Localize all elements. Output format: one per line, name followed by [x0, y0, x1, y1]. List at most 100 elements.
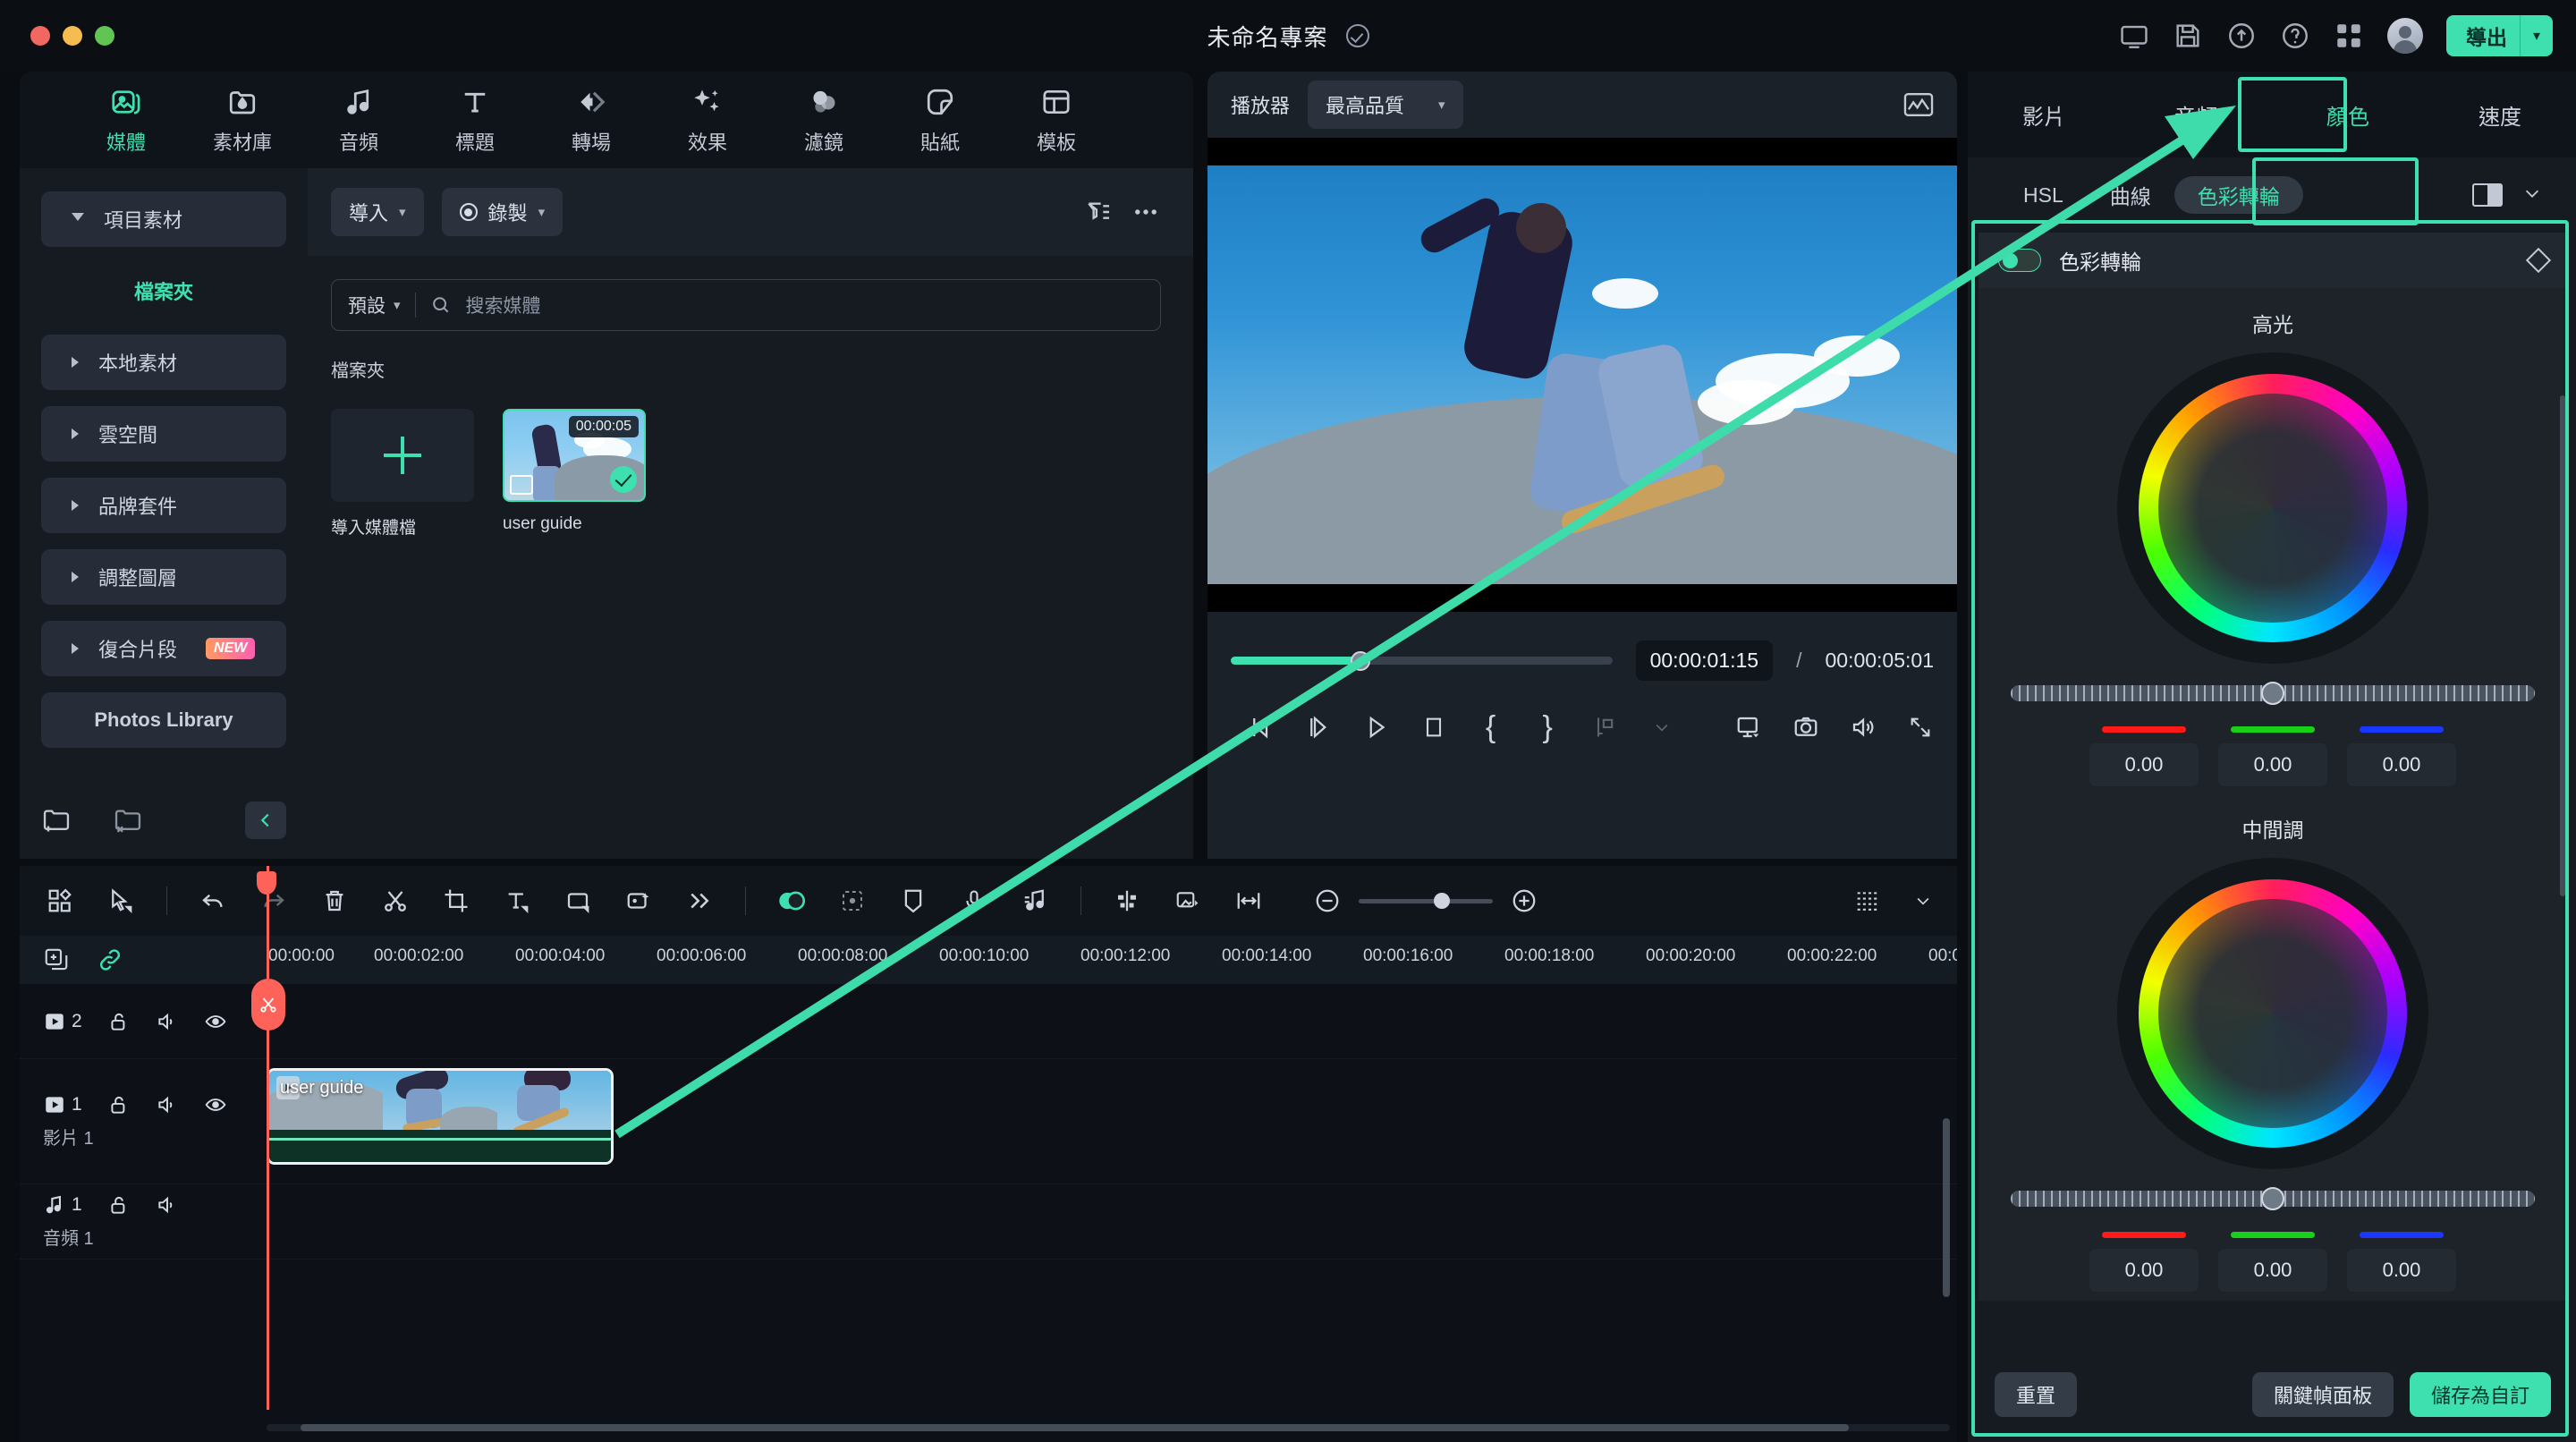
- tab-color[interactable]: 顏色: [2272, 99, 2424, 131]
- track-lane[interactable]: [267, 984, 1957, 1058]
- tab-audio[interactable]: 音頻: [2120, 99, 2272, 131]
- color-tool[interactable]: [776, 886, 807, 916]
- align-button[interactable]: [1112, 886, 1142, 916]
- blue-value-input[interactable]: 0.00: [2347, 1249, 2456, 1292]
- volume-button[interactable]: [1850, 711, 1877, 743]
- sidebar-item-compound-clip[interactable]: 復合片段 NEW: [41, 621, 286, 676]
- export-chevron-down-icon[interactable]: ▾: [2521, 27, 2553, 45]
- mask-button[interactable]: [563, 886, 593, 916]
- tab-stickers[interactable]: 貼紙: [882, 85, 998, 156]
- timeline-vertical-scrollbar[interactable]: [1943, 1118, 1950, 1297]
- add-text-button[interactable]: [502, 886, 532, 916]
- red-value-input[interactable]: 0.00: [2089, 1249, 2199, 1292]
- playhead-marker[interactable]: [257, 871, 276, 895]
- color-wheel-midtones[interactable]: [2123, 863, 2423, 1164]
- subtab-color-wheels[interactable]: 色彩轉輪: [2174, 176, 2303, 214]
- search-bar[interactable]: 預設 ▾ 搜索媒體: [331, 279, 1161, 331]
- green-value-input[interactable]: 0.00: [2218, 1249, 2327, 1292]
- timeline-clip[interactable]: user guide: [267, 1068, 614, 1165]
- luma-slider-midtones[interactable]: [2011, 1187, 2535, 1210]
- color-wheel-highlights[interactable]: [2123, 358, 2423, 658]
- lock-open-icon[interactable]: [107, 1093, 131, 1116]
- tab-audio[interactable]: 音頻: [301, 85, 417, 156]
- snapshot-button[interactable]: [1792, 711, 1819, 743]
- grid-apps-icon[interactable]: [2334, 21, 2364, 51]
- more-tools-button[interactable]: [684, 886, 715, 916]
- collapse-sidebar-button[interactable]: [245, 802, 286, 839]
- speaker-icon[interactable]: [156, 1010, 179, 1033]
- zoom-slider[interactable]: [1359, 893, 1493, 909]
- timeline-horizontal-scrollbar[interactable]: [267, 1424, 1950, 1431]
- timeline-ruler[interactable]: 00:00:00 00:00:02:00 00:00:04:00 00:00:0…: [267, 936, 1957, 984]
- tab-speed[interactable]: 速度: [2424, 99, 2576, 131]
- track-video-2[interactable]: 2: [20, 984, 1957, 1059]
- stop-button[interactable]: [1420, 711, 1447, 743]
- track-audio-1[interactable]: 1 音頻 1: [20, 1184, 1957, 1260]
- track-video-1[interactable]: 1 影片 1 user guide: [20, 1059, 1957, 1184]
- properties-scrollbar[interactable]: [2560, 395, 2565, 896]
- blue-value-input[interactable]: 0.00: [2347, 743, 2456, 786]
- sidebar-item-folders[interactable]: 檔案夾: [41, 263, 286, 318]
- preset-dropdown[interactable]: 預設 ▾: [348, 292, 401, 318]
- window-controls[interactable]: [30, 26, 114, 46]
- eye-icon[interactable]: [204, 1093, 227, 1116]
- sidebar-item-adjustment-layer[interactable]: 調整圖層: [41, 549, 286, 605]
- motion-tracking-button[interactable]: [837, 886, 868, 916]
- export-button[interactable]: 導出 ▾: [2445, 15, 2553, 56]
- maximize-window-button[interactable]: [95, 26, 114, 46]
- zoom-in-icon[interactable]: [1509, 886, 1539, 916]
- color-wheels-scroll[interactable]: 色彩轉輪 高光 0.00 0.00 0.00 中間調 0.00 0.00 0.0…: [1979, 233, 2567, 1345]
- search-input[interactable]: 搜索媒體: [466, 292, 541, 318]
- sidebar-item-local-media[interactable]: 本地素材: [41, 335, 286, 390]
- minimize-window-button[interactable]: [63, 26, 82, 46]
- delete-button[interactable]: [319, 886, 350, 916]
- speaker-icon[interactable]: [156, 1193, 179, 1217]
- color-wheels-toggle[interactable]: [1998, 249, 2041, 272]
- fullscreen-button[interactable]: [1907, 711, 1934, 743]
- track-lane[interactable]: [267, 1184, 1957, 1259]
- tab-effects[interactable]: 效果: [649, 85, 766, 156]
- chevron-down-icon[interactable]: [2522, 183, 2542, 208]
- tab-titles[interactable]: 標題: [417, 85, 533, 156]
- duplicate-track-icon[interactable]: [43, 946, 70, 973]
- lock-open-icon[interactable]: [107, 1193, 131, 1217]
- close-window-button[interactable]: [30, 26, 50, 46]
- marker-button[interactable]: [898, 886, 928, 916]
- sidebar-item-brand-kit[interactable]: 品牌套件: [41, 478, 286, 533]
- new-folder-icon[interactable]: [41, 807, 72, 834]
- beat-detect-button[interactable]: [1020, 886, 1050, 916]
- voiceover-button[interactable]: [959, 886, 989, 916]
- tab-media[interactable]: 媒體: [68, 85, 184, 156]
- display-mode-button[interactable]: [1735, 711, 1762, 743]
- green-value-input[interactable]: 0.00: [2218, 743, 2327, 786]
- avatar[interactable]: [2386, 18, 2423, 54]
- record-button[interactable]: 錄製 ▾: [441, 188, 564, 236]
- lock-open-icon[interactable]: [107, 1010, 131, 1033]
- track-lane[interactable]: user guide: [267, 1059, 1957, 1183]
- mark-out-button[interactable]: }: [1534, 710, 1561, 744]
- link-icon[interactable]: [97, 946, 123, 973]
- reset-button[interactable]: 重置: [1995, 1372, 2078, 1417]
- current-timecode[interactable]: 00:00:01:15: [1635, 640, 1774, 681]
- red-value-input[interactable]: 0.00: [2089, 743, 2199, 786]
- filter-icon[interactable]: [1084, 198, 1113, 226]
- import-button[interactable]: 導入 ▾: [331, 188, 424, 236]
- slider-knob[interactable]: [2261, 1187, 2284, 1210]
- monitor-icon[interactable]: [2119, 21, 2149, 51]
- green-screen-button[interactable]: [1173, 886, 1203, 916]
- delete-folder-icon[interactable]: [113, 807, 143, 834]
- sidebar-item-project-media[interactable]: 項目素材: [41, 191, 286, 247]
- preview-stage[interactable]: [1208, 138, 1957, 612]
- previous-frame-button[interactable]: [1249, 711, 1275, 743]
- split-button[interactable]: [380, 886, 411, 916]
- keyframe-panel-button[interactable]: 關鍵幀面板: [2251, 1372, 2394, 1417]
- tab-filters[interactable]: 濾鏡: [766, 85, 882, 156]
- play-button[interactable]: [1363, 711, 1390, 743]
- keyframe-button[interactable]: [1591, 711, 1618, 743]
- zoom-knob[interactable]: [1434, 893, 1450, 909]
- tab-stock[interactable]: 素材庫: [184, 85, 301, 156]
- sidebar-item-photos-library[interactable]: Photos Library: [41, 692, 286, 748]
- next-frame-button[interactable]: [1306, 711, 1333, 743]
- media-item-cell[interactable]: 00:00:05 user guide: [503, 409, 646, 539]
- help-icon[interactable]: [2280, 21, 2310, 51]
